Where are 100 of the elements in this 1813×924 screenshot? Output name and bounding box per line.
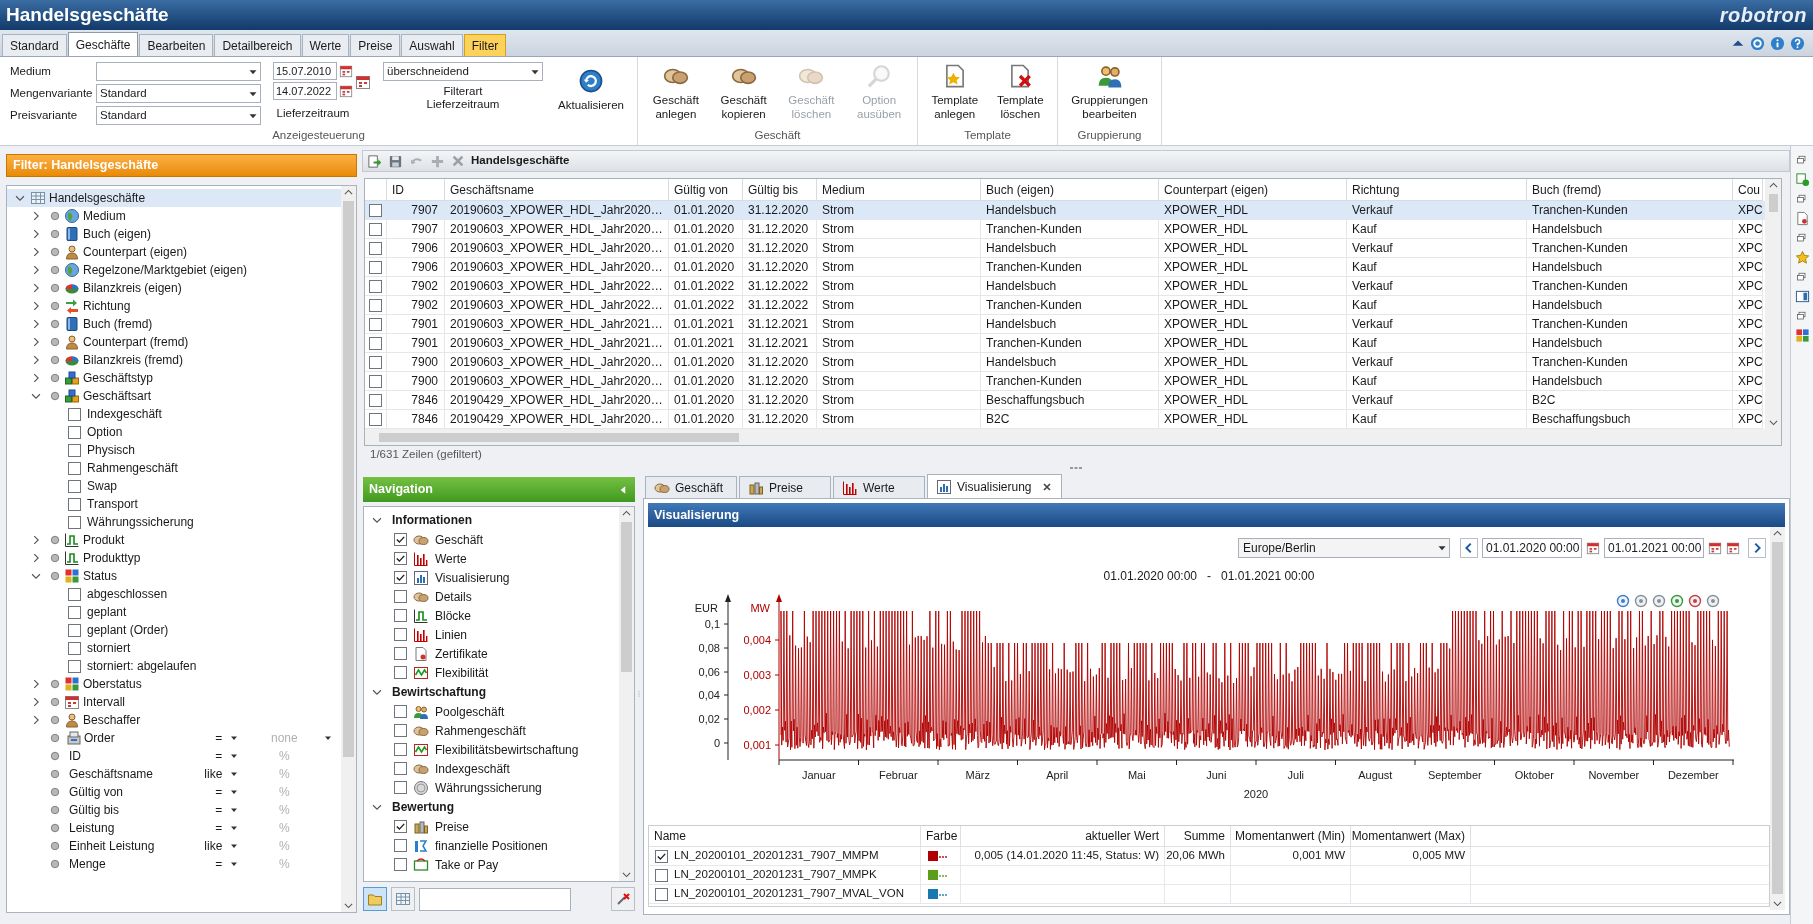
tree-item[interactable]: Geschäftstyp <box>7 369 341 387</box>
checkbox[interactable] <box>394 839 407 852</box>
radio-dot-icon[interactable] <box>49 210 61 222</box>
scrollbar-thumb[interactable] <box>1772 542 1783 894</box>
scrollbar[interactable] <box>1770 527 1785 910</box>
checkbox[interactable] <box>369 222 382 236</box>
tree-item[interactable]: Physisch <box>7 441 341 459</box>
tree-item[interactable]: Bilanzkreis (eigen) <box>7 279 341 297</box>
operator-dropdown[interactable]: = <box>194 855 241 873</box>
calendar-icon[interactable] <box>1708 541 1722 555</box>
restore-window-icon[interactable] <box>1796 154 1808 166</box>
tree-item[interactable]: Währungssicherung <box>7 513 341 531</box>
restore-window-icon[interactable] <box>1796 193 1808 205</box>
column-header[interactable]: aktueller Wert <box>961 826 1165 847</box>
restore-window-icon[interactable] <box>1796 232 1808 244</box>
table-row[interactable]: 7906 20190603_XPOWER_HDL_Jahr2020… 01.01.2020 31.12.2020 Strom Handelsbuch XPOWER_HDL Verkauf Tranchen-Kunden XPC <box>365 239 1765 258</box>
tab[interactable]: Filter <box>463 34 507 56</box>
forward-icon[interactable] <box>1706 594 1720 608</box>
tab[interactable]: Geschäft <box>645 476 737 498</box>
checkbox[interactable] <box>68 641 81 655</box>
tree-item[interactable]: storniert <box>7 639 341 657</box>
color-swatch[interactable] <box>928 889 938 899</box>
tree-item[interactable]: Geschäftsart <box>7 387 341 405</box>
radio-dot-icon[interactable] <box>49 696 61 708</box>
list-item[interactable]: Indexgeschäft <box>370 759 619 778</box>
checkbox[interactable] <box>394 858 407 871</box>
radio-dot-icon[interactable] <box>49 822 61 834</box>
tree-item[interactable]: Bilanzkreis (fremd) <box>7 351 341 369</box>
radio-dot-icon[interactable] <box>49 786 61 798</box>
tab[interactable]: Auswahl <box>401 34 463 56</box>
value-field[interactable]: % <box>246 855 323 873</box>
radio-dot-icon[interactable] <box>49 732 61 744</box>
operator-dropdown[interactable]: = <box>194 801 241 819</box>
value-field[interactable]: % <box>246 783 323 801</box>
save-icon[interactable] <box>388 153 403 169</box>
back-icon[interactable] <box>1634 594 1648 608</box>
list-item[interactable]: Flexibilitätsbewirtschaftung <box>370 740 619 759</box>
ribbon-button[interactable]: Aktualisieren <box>553 62 629 112</box>
radio-dot-icon[interactable] <box>49 246 61 258</box>
radio-dot-icon[interactable] <box>49 534 61 546</box>
tree-item[interactable]: geplant <box>7 603 341 621</box>
tree-item[interactable]: Buch (fremd) <box>7 315 341 333</box>
checkbox[interactable] <box>369 203 382 217</box>
column-header[interactable]: Farbe <box>921 826 961 847</box>
radio-dot-icon[interactable] <box>49 750 61 762</box>
checkbox[interactable] <box>369 317 382 331</box>
radio-dot-icon[interactable] <box>49 570 61 582</box>
zoom-in-icon[interactable] <box>1670 594 1684 608</box>
close-icon[interactable] <box>1040 480 1053 493</box>
radio-dot-icon[interactable] <box>49 714 61 726</box>
checkbox[interactable] <box>369 374 382 388</box>
list-item[interactable]: Währungssicherung <box>370 778 619 797</box>
radio-dot-icon[interactable] <box>49 678 61 690</box>
add-icon[interactable] <box>1794 172 1810 187</box>
ribbon-button[interactable]: Template anlegen <box>922 57 988 127</box>
checkbox[interactable] <box>369 355 382 369</box>
tree-item[interactable]: Medium <box>7 207 341 225</box>
checkbox[interactable] <box>394 590 407 603</box>
table-row[interactable]: 7900 20190603_XPOWER_HDL_Jahr2020… 01.01.2020 31.12.2020 Strom Handelsbuch XPOWER_HDL Verkauf Tranchen-Kunden XPC <box>365 353 1765 372</box>
checkbox[interactable] <box>68 497 81 511</box>
grid-icon[interactable] <box>1794 328 1810 343</box>
checkbox[interactable] <box>394 781 407 794</box>
list-item[interactable]: Details <box>370 587 619 606</box>
date-field[interactable]: 01.01.2020 00:00 <box>1482 538 1582 558</box>
checkbox[interactable] <box>394 533 407 546</box>
table-row[interactable]: 7900 20190603_XPOWER_HDL_Jahr2020… 01.01.2020 31.12.2020 Strom Tranchen-Kunden XPOWER_HDL Kauf Handelsbuch XPC <box>365 372 1765 391</box>
radio-dot-icon[interactable] <box>49 354 61 366</box>
list-item[interactable]: Visualisierung <box>370 568 619 587</box>
tab[interactable]: Werte <box>301 34 350 56</box>
scrollbar-thumb[interactable] <box>621 522 632 672</box>
radio-dot-icon[interactable] <box>49 282 61 294</box>
table-row[interactable]: 7902 20190603_XPOWER_HDL_Jahr2022… 01.01.2022 31.12.2022 Strom Handelsbuch XPOWER_HDL Verkauf Tranchen-Kunden XPC <box>365 277 1765 296</box>
list-item[interactable]: Flexibilität <box>370 663 619 682</box>
list-item[interactable]: Rahmengeschäft <box>370 721 619 740</box>
reset-zoom-icon[interactable] <box>1616 594 1630 608</box>
color-swatch[interactable] <box>928 870 938 880</box>
list-item[interactable]: Werte <box>370 549 619 568</box>
list-item[interactable]: finanzielle Positionen <box>370 836 619 855</box>
scrollbar[interactable] <box>365 429 1781 445</box>
tree-item[interactable]: Produkt <box>7 531 341 549</box>
restore-window-icon[interactable] <box>1796 310 1808 322</box>
help-icon[interactable] <box>1790 35 1805 51</box>
operator-dropdown[interactable]: = <box>194 747 241 765</box>
checkbox[interactable] <box>369 336 382 350</box>
checkbox[interactable] <box>369 393 382 407</box>
operator-dropdown[interactable]: = <box>194 819 241 837</box>
clear-filter-button[interactable] <box>611 887 635 911</box>
radio-dot-icon[interactable] <box>49 804 61 816</box>
tab[interactable]: Preise <box>350 34 401 56</box>
calendar-icon[interactable] <box>1586 541 1600 555</box>
checkbox[interactable] <box>68 587 81 601</box>
table-row[interactable]: 7846 20190429_XPOWER_HDL_Jahr2020… 01.01.2020 31.12.2020 Strom Beschaffungsbuch XPOWER_HDL Verkauf B2C XPC <box>365 391 1765 410</box>
view-button[interactable] <box>391 887 415 911</box>
table-row[interactable]: 7902 20190603_XPOWER_HDL_Jahr2022… 01.01.2022 31.12.2022 Strom Tranchen-Kunden XPOWER_HDL Kauf Handelsbuch XPC <box>365 296 1765 315</box>
radio-dot-icon[interactable] <box>49 264 61 276</box>
tree-item[interactable]: Buch (eigen) <box>7 225 341 243</box>
checkbox[interactable] <box>68 515 81 529</box>
operator-dropdown[interactable]: = <box>194 783 241 801</box>
radio-dot-icon[interactable] <box>49 840 61 852</box>
value-field[interactable]: none <box>246 729 323 747</box>
